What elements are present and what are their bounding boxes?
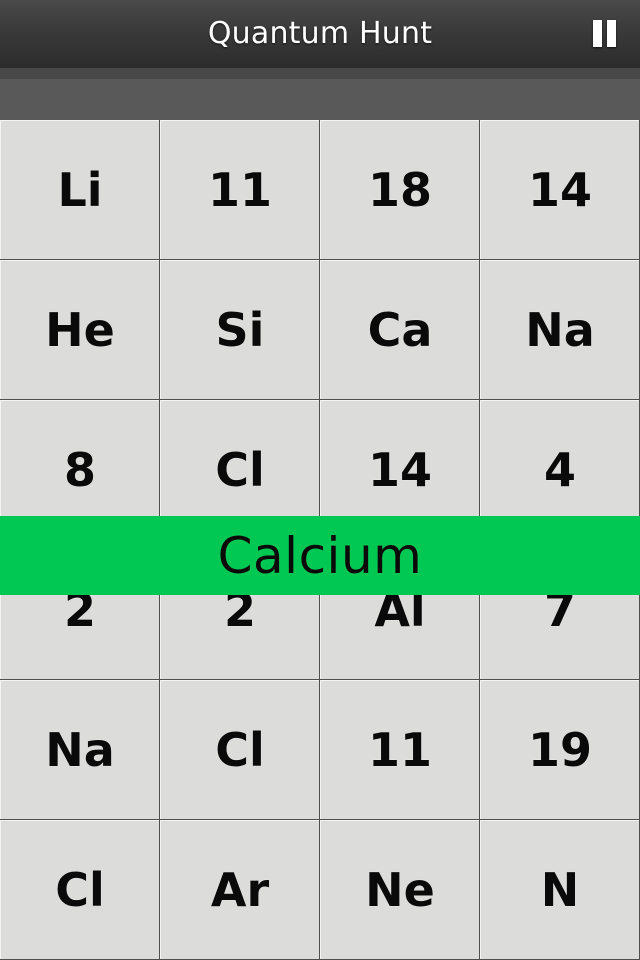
target-banner: Calcium [0, 516, 640, 595]
grid-cell[interactable]: 19 [480, 680, 639, 819]
grid-cell-label: Li [57, 163, 103, 217]
grid-cell-label: Ar [210, 863, 270, 917]
grid-cell-label: 19 [527, 723, 592, 777]
target-element-name: Calcium [217, 526, 423, 585]
grid-cell[interactable]: Ar [160, 820, 319, 959]
grid-cell-label: 14 [527, 163, 592, 217]
grid-cell[interactable]: Cl [0, 820, 159, 959]
grid-cell-label: 11 [367, 723, 432, 777]
grid-cell-label: Si [215, 303, 265, 357]
grid-cell-label: Ne [365, 863, 435, 917]
grid-cell-label: 11 [207, 163, 272, 217]
pause-bar-left [593, 20, 602, 47]
grid-cell-label: Cl [215, 443, 265, 497]
grid-cell[interactable]: Si [160, 260, 319, 399]
grid-cell[interactable]: 11 [320, 680, 479, 819]
grid-cell-label: N [540, 863, 580, 917]
top-bar: Quantum Hunt [0, 0, 640, 68]
grid-cell-label: Na [45, 723, 115, 777]
grid-cell[interactable]: Na [0, 680, 159, 819]
game-title: Quantum Hunt [207, 16, 433, 51]
grid-cell[interactable]: N [480, 820, 639, 959]
grid-cell-label: Ca [367, 303, 433, 357]
grid-cell-label: 14 [367, 443, 432, 497]
status-band [0, 79, 640, 120]
grid-cell[interactable]: Ca [320, 260, 479, 399]
game-screen: Quantum Hunt Li 11 18 14 He Si Ca Na 8 Cl 14 4 2 2 Al 7… [0, 0, 640, 960]
grid-cell-label: 18 [367, 163, 432, 217]
grid-cell-label: He [45, 303, 115, 357]
grid-cell[interactable]: He [0, 260, 159, 399]
grid-cell[interactable]: Li [0, 120, 159, 259]
pause-bar-right [607, 20, 616, 47]
pause-button[interactable] [584, 16, 620, 52]
grid-cell[interactable]: 14 [480, 120, 639, 259]
grid-cell[interactable]: Cl [160, 680, 319, 819]
grid-cell[interactable]: Ne [320, 820, 479, 959]
grid-cell[interactable]: 11 [160, 120, 319, 259]
grid-cell-label: Cl [215, 723, 265, 777]
grid-cell-label: 4 [543, 443, 576, 497]
header-divider [0, 68, 640, 79]
grid-cell-label: 8 [63, 443, 96, 497]
grid-cell[interactable]: Na [480, 260, 639, 399]
grid-cell-label: Cl [55, 863, 105, 917]
grid-cell[interactable]: 18 [320, 120, 479, 259]
grid-cell-label: Na [525, 303, 595, 357]
